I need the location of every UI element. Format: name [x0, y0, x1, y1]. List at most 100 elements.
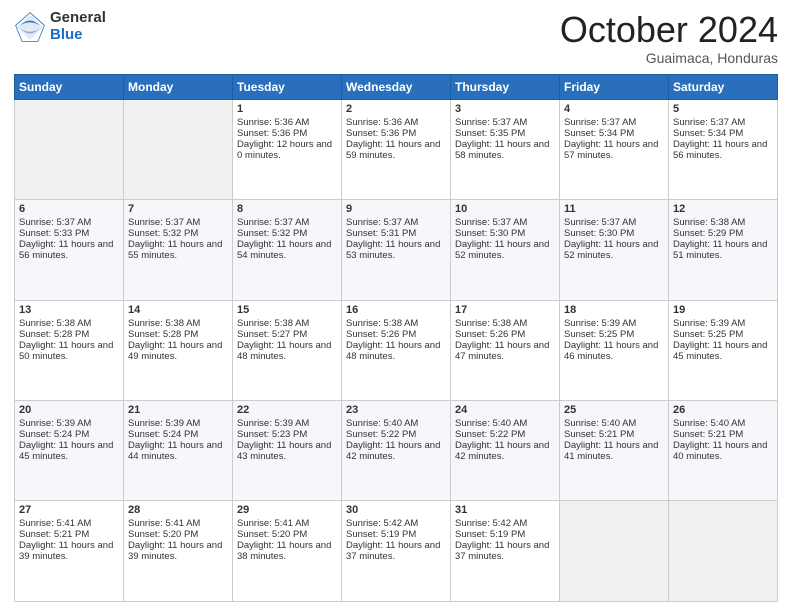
- sunrise-text: Sunrise: 5:41 AM: [128, 518, 228, 529]
- daylight-text: Daylight: 11 hours and 53 minutes.: [346, 239, 446, 261]
- calendar-cell: 28Sunrise: 5:41 AMSunset: 5:20 PMDayligh…: [124, 501, 233, 602]
- weekday-sunday: Sunday: [15, 74, 124, 99]
- day-number: 6: [19, 203, 119, 215]
- weekday-tuesday: Tuesday: [233, 74, 342, 99]
- sunrise-text: Sunrise: 5:38 AM: [19, 318, 119, 329]
- day-number: 19: [673, 304, 773, 316]
- sunrise-text: Sunrise: 5:38 AM: [455, 318, 555, 329]
- calendar-cell: 18Sunrise: 5:39 AMSunset: 5:25 PMDayligh…: [560, 300, 669, 400]
- daylight-text: Daylight: 11 hours and 59 minutes.: [346, 139, 446, 161]
- daylight-text: Daylight: 11 hours and 45 minutes.: [19, 440, 119, 462]
- sunset-text: Sunset: 5:24 PM: [19, 429, 119, 440]
- calendar-cell: 16Sunrise: 5:38 AMSunset: 5:26 PMDayligh…: [342, 300, 451, 400]
- day-number: 30: [346, 504, 446, 516]
- sunset-text: Sunset: 5:32 PM: [128, 228, 228, 239]
- day-number: 24: [455, 404, 555, 416]
- daylight-text: Daylight: 11 hours and 42 minutes.: [346, 440, 446, 462]
- sunrise-text: Sunrise: 5:40 AM: [346, 418, 446, 429]
- daylight-text: Daylight: 11 hours and 50 minutes.: [19, 340, 119, 362]
- calendar-cell: 30Sunrise: 5:42 AMSunset: 5:19 PMDayligh…: [342, 501, 451, 602]
- calendar-cell: 20 Sunrise: 5:39 AMSunset: 5:24 PMDayligh…: [15, 401, 124, 501]
- sunrise-text: Sunrise: 5:37 AM: [455, 217, 555, 228]
- daylight-text: Daylight: 12 hours and 0 minutes.: [237, 139, 337, 161]
- sunrise-text: Sunrise: 5:39 AM: [564, 318, 664, 329]
- calendar-cell: 21Sunrise: 5:39 AMSunset: 5:24 PMDayligh…: [124, 401, 233, 501]
- calendar-cell: 26Sunrise: 5:40 AMSunset: 5:21 PMDayligh…: [669, 401, 778, 501]
- calendar-cell: 29Sunrise: 5:41 AMSunset: 5:20 PMDayligh…: [233, 501, 342, 602]
- sunrise-text: Sunrise: 5:37 AM: [673, 117, 773, 128]
- calendar-cell: [560, 501, 669, 602]
- day-number: 5: [673, 103, 773, 115]
- sunset-text: Sunset: 5:30 PM: [455, 228, 555, 239]
- daylight-text: Daylight: 11 hours and 37 minutes.: [346, 540, 446, 562]
- daylight-text: Daylight: 11 hours and 56 minutes.: [19, 239, 119, 261]
- day-number: 8: [237, 203, 337, 215]
- day-number: 10: [455, 203, 555, 215]
- sunrise-text: Sunrise: 5:37 AM: [128, 217, 228, 228]
- logo-text: General Blue: [50, 10, 106, 43]
- sunrise-text: Sunrise: 5:40 AM: [564, 418, 664, 429]
- week-row-4: 27Sunrise: 5:41 AMSunset: 5:21 PMDayligh…: [15, 501, 778, 602]
- sunrise-text: Sunrise: 5:40 AM: [673, 418, 773, 429]
- weekday-wednesday: Wednesday: [342, 74, 451, 99]
- calendar-cell: 12Sunrise: 5:38 AMSunset: 5:29 PMDayligh…: [669, 200, 778, 300]
- logo-icon: [14, 11, 46, 43]
- logo: General Blue: [14, 10, 106, 43]
- daylight-text: Daylight: 11 hours and 43 minutes.: [237, 440, 337, 462]
- sunset-text: Sunset: 5:31 PM: [346, 228, 446, 239]
- weekday-friday: Friday: [560, 74, 669, 99]
- day-number: 20: [19, 404, 119, 416]
- daylight-text: Daylight: 11 hours and 45 minutes.: [673, 340, 773, 362]
- daylight-text: Daylight: 11 hours and 52 minutes.: [564, 239, 664, 261]
- sunset-text: Sunset: 5:34 PM: [673, 128, 773, 139]
- sunset-text: Sunset: 5:22 PM: [455, 429, 555, 440]
- sunrise-text: Sunrise: 5:37 AM: [564, 217, 664, 228]
- weekday-monday: Monday: [124, 74, 233, 99]
- day-number: 7: [128, 203, 228, 215]
- sunrise-text: Sunrise: 5:37 AM: [455, 117, 555, 128]
- sunrise-text: Sunrise: 5:39 AM: [237, 418, 337, 429]
- sunset-text: Sunset: 5:25 PM: [673, 329, 773, 340]
- daylight-text: Daylight: 11 hours and 37 minutes.: [455, 540, 555, 562]
- daylight-text: Daylight: 11 hours and 55 minutes.: [128, 239, 228, 261]
- calendar-table: SundayMondayTuesdayWednesdayThursdayFrid…: [14, 74, 778, 602]
- daylight-text: Daylight: 11 hours and 44 minutes.: [128, 440, 228, 462]
- title-block: October 2024 Guaimaca, Honduras: [560, 10, 778, 66]
- calendar-cell: 23Sunrise: 5:40 AMSunset: 5:22 PMDayligh…: [342, 401, 451, 501]
- daylight-text: Daylight: 11 hours and 54 minutes.: [237, 239, 337, 261]
- calendar-cell: 17Sunrise: 5:38 AMSunset: 5:26 PMDayligh…: [451, 300, 560, 400]
- calendar-cell: [124, 99, 233, 199]
- sunset-text: Sunset: 5:29 PM: [673, 228, 773, 239]
- sunrise-text: Sunrise: 5:38 AM: [128, 318, 228, 329]
- sunset-text: Sunset: 5:28 PM: [19, 329, 119, 340]
- daylight-text: Daylight: 11 hours and 48 minutes.: [237, 340, 337, 362]
- sunset-text: Sunset: 5:36 PM: [346, 128, 446, 139]
- calendar-cell: 2Sunrise: 5:36 AMSunset: 5:36 PMDaylight…: [342, 99, 451, 199]
- sunrise-text: Sunrise: 5:38 AM: [346, 318, 446, 329]
- day-number: 1: [237, 103, 337, 115]
- day-number: 22: [237, 404, 337, 416]
- sunset-text: Sunset: 5:19 PM: [455, 529, 555, 540]
- day-number: 26: [673, 404, 773, 416]
- sunset-text: Sunset: 5:32 PM: [237, 228, 337, 239]
- day-number: 23: [346, 404, 446, 416]
- day-number: 27: [19, 504, 119, 516]
- weekday-saturday: Saturday: [669, 74, 778, 99]
- calendar-cell: 15Sunrise: 5:38 AMSunset: 5:27 PMDayligh…: [233, 300, 342, 400]
- sunset-text: Sunset: 5:21 PM: [564, 429, 664, 440]
- sunrise-text: Sunrise: 5:39 AM: [19, 418, 119, 429]
- calendar-cell: 10Sunrise: 5:37 AMSunset: 5:30 PMDayligh…: [451, 200, 560, 300]
- daylight-text: Daylight: 11 hours and 48 minutes.: [346, 340, 446, 362]
- sunrise-text: Sunrise: 5:37 AM: [237, 217, 337, 228]
- sunrise-text: Sunrise: 5:42 AM: [346, 518, 446, 529]
- sunrise-text: Sunrise: 5:38 AM: [237, 318, 337, 329]
- day-number: 21: [128, 404, 228, 416]
- day-number: 13: [19, 304, 119, 316]
- sunrise-text: Sunrise: 5:37 AM: [19, 217, 119, 228]
- calendar-cell: 19Sunrise: 5:39 AMSunset: 5:25 PMDayligh…: [669, 300, 778, 400]
- calendar-cell: 13 Sunrise: 5:38 AMSunset: 5:28 PMDayligh…: [15, 300, 124, 400]
- sunrise-text: Sunrise: 5:40 AM: [455, 418, 555, 429]
- calendar-cell: 6Sunrise: 5:37 AMSunset: 5:33 PMDaylight…: [15, 200, 124, 300]
- calendar-cell: [15, 99, 124, 199]
- weekday-header-row: SundayMondayTuesdayWednesdayThursdayFrid…: [15, 74, 778, 99]
